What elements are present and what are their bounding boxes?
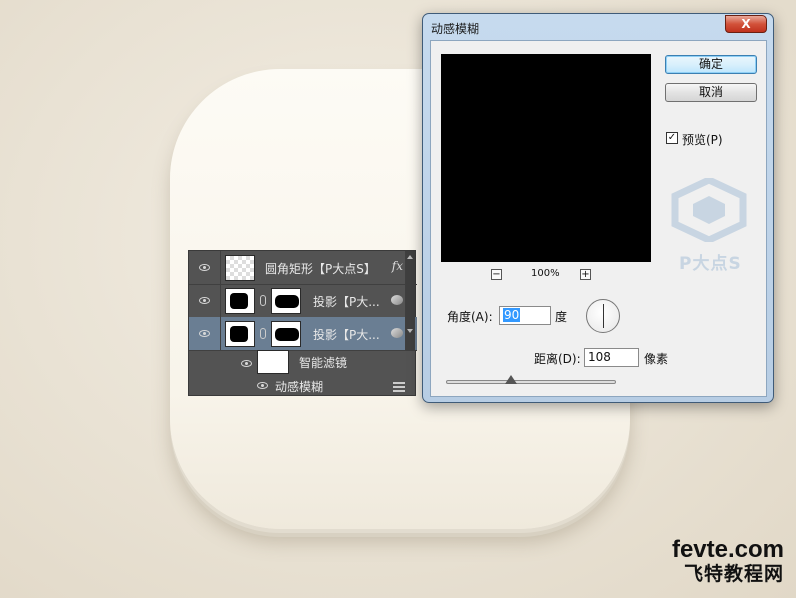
layer-name: 圆角矩形【P大点S】 [265, 262, 376, 276]
layer-row-shadow-2-selected[interactable]: 投影【P大... [189, 317, 417, 351]
smart-object-icon [391, 295, 403, 305]
angle-input[interactable]: 90 [499, 306, 551, 325]
layers-panel: 圆角矩形【P大点S】 fx 投影【P大... 投影【P大... 智能滤镜 动感模… [188, 250, 417, 398]
visibility-eye-icon[interactable] [239, 356, 253, 370]
dialog-client-area: − 100% + 确定 取消 ✓ 预览(P) P大点S 角度(A): 90 度 … [430, 40, 767, 397]
chain-link-icon[interactable] [260, 295, 266, 306]
angle-dial[interactable] [586, 299, 620, 333]
distance-unit: 像素 [644, 352, 669, 366]
distance-label: 距离(D): [534, 352, 581, 366]
layers-scrollbar[interactable] [405, 251, 415, 351]
preview-checkbox-label: 预览(P) [682, 133, 723, 147]
zoom-in-button[interactable]: + [580, 269, 591, 280]
chain-link-icon[interactable] [260, 328, 266, 339]
preview-area[interactable] [441, 54, 651, 262]
mask-thumbnail[interactable] [271, 321, 301, 347]
watermark-text: P大点S [679, 254, 742, 274]
visibility-eye-icon[interactable] [255, 378, 269, 392]
p-logo-watermark-icon [671, 178, 747, 242]
layer-thumbnail [225, 255, 255, 281]
zoom-level: 100% [531, 268, 560, 279]
scroll-down-icon[interactable] [407, 329, 413, 333]
preview-checkbox[interactable]: ✓ [666, 132, 678, 144]
filter-options-icon[interactable] [393, 382, 405, 392]
site-watermark: fevte.com 飞特教程网 [672, 538, 784, 586]
layer-name: 投影【P大... [313, 295, 380, 309]
smart-filter-mask-thumbnail[interactable] [257, 350, 289, 374]
mask-thumbnail[interactable] [271, 288, 301, 314]
layer-thumbnail [225, 321, 255, 347]
close-button[interactable]: X [725, 15, 767, 33]
site-chinese-name: 飞特教程网 [683, 563, 784, 585]
layer-thumbnail [225, 288, 255, 314]
visibility-eye-icon[interactable] [189, 317, 221, 350]
smart-filters-row[interactable]: 智能滤镜 [189, 350, 417, 376]
angle-label: 角度(A): [447, 310, 493, 324]
smart-object-icon [391, 328, 403, 338]
cancel-button[interactable]: 取消 [665, 83, 757, 102]
filter-name: 动感模糊 [275, 380, 324, 394]
visibility-eye-icon[interactable] [189, 284, 221, 317]
motion-blur-dialog: 动感模糊 X − 100% + 确定 取消 ✓ 预览(P) P大点S 角度(A)… [422, 13, 774, 403]
layer-name: 投影【P大... [313, 328, 380, 342]
zoom-out-button[interactable]: − [491, 269, 502, 280]
site-domain: fevte.com [671, 536, 784, 563]
fx-icon[interactable]: fx [392, 259, 403, 273]
layer-row-rounded-rect[interactable]: 圆角矩形【P大点S】 fx [189, 251, 417, 285]
ok-button[interactable]: 确定 [665, 55, 757, 74]
distance-slider-track[interactable] [446, 380, 616, 384]
distance-slider-thumb[interactable] [505, 375, 517, 384]
scroll-up-icon[interactable] [407, 255, 413, 259]
angle-unit: 度 [555, 310, 568, 324]
layer-row-shadow-1[interactable]: 投影【P大... [189, 284, 417, 318]
smart-filters-label: 智能滤镜 [299, 356, 348, 370]
visibility-eye-icon[interactable] [189, 251, 221, 284]
zoom-controls: − 100% + [491, 268, 611, 283]
distance-input[interactable]: 108 [584, 348, 639, 367]
dialog-title: 动感模糊 [431, 22, 480, 36]
filter-row-motion-blur[interactable]: 动感模糊 [189, 376, 417, 398]
